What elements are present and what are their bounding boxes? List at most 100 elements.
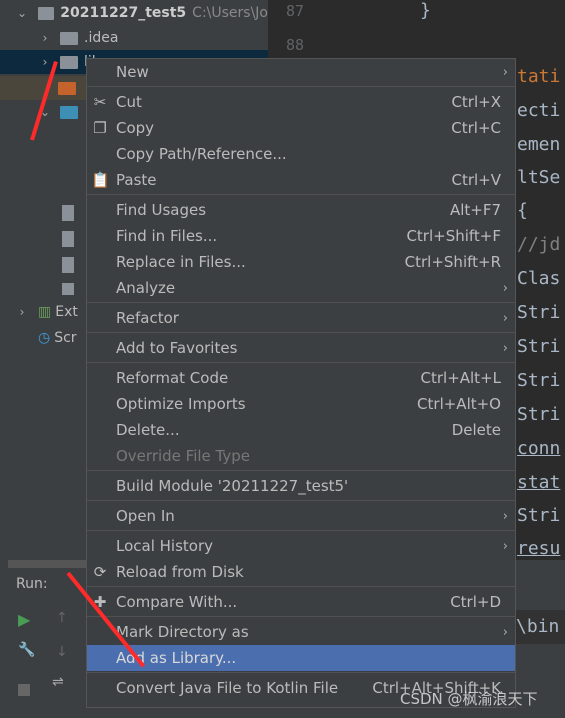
menu-item-label: Analyze (116, 279, 176, 297)
chevron-down-icon[interactable]: ⌄ (17, 6, 27, 20)
menu-item-label: Delete... (116, 421, 180, 439)
arrow-down-icon[interactable]: ↓ (56, 644, 68, 660)
code-text: ecti (517, 100, 561, 121)
menu-item-label: Paste (116, 171, 157, 189)
menu-item-label: Local History (116, 537, 214, 555)
menu-item-shortcut: Ctrl+D (450, 593, 501, 611)
code-text: emen (517, 134, 561, 155)
tree-label: .idea (84, 30, 119, 46)
run-icon[interactable]: ▶ (18, 610, 30, 629)
menu-item-reformat-code[interactable]: Reformat Code Ctrl+Alt+L (87, 365, 515, 391)
tree-root[interactable]: ⌄ 20211227_test5 C:\Users\Jo (0, 1, 268, 25)
menu-item-shortcut: Delete (451, 421, 501, 439)
menu-item-find-usages[interactable]: Find Usages Alt+F7 (87, 197, 515, 223)
line-number: 87 (286, 2, 305, 20)
clipboard-icon: 📋 (91, 171, 110, 189)
menu-item-label: Convert Java File to Kotlin File (116, 679, 339, 697)
menu-item-mark-directory-as[interactable]: Mark Directory as › (87, 619, 515, 645)
chevron-right-icon[interactable]: › (17, 305, 27, 319)
menu-item-label: New (116, 63, 149, 81)
arrow-up-icon[interactable]: ↑ (56, 610, 68, 626)
menu-item-add-as-library[interactable]: Add as Library... (87, 645, 515, 671)
menu-item-optimize-imports[interactable]: Optimize Imports Ctrl+Alt+O (87, 391, 515, 417)
menu-item-override-file-type: Override File Type (87, 443, 515, 469)
scissors-icon: ✂ (93, 93, 107, 111)
folder-icon (60, 105, 78, 119)
menu-separator (87, 500, 515, 501)
menu-item-label: Copy Path/Reference... (116, 145, 287, 163)
menu-item-open-in[interactable]: Open In › (87, 503, 515, 529)
code-text: } (420, 0, 431, 21)
menu-item-label: Cut (116, 93, 142, 111)
folder-icon (60, 55, 78, 69)
menu-separator (87, 194, 515, 195)
menu-item-copy[interactable]: ❐ Copy Ctrl+C (87, 115, 515, 141)
menu-item-shortcut: Alt+F7 (449, 201, 501, 219)
chevron-right-icon[interactable]: › (40, 31, 50, 45)
code-text: conn (517, 438, 561, 459)
stop-icon[interactable] (18, 684, 30, 696)
menu-separator (87, 86, 515, 87)
menu-item-shortcut: Ctrl+X (451, 93, 501, 111)
menu-item-shortcut: Ctrl+Alt+L (420, 369, 502, 387)
root-name: 20211227_test5 (60, 5, 187, 21)
menu-item-add-to-favorites[interactable]: Add to Favorites › (87, 335, 515, 361)
chevron-right-icon: › (502, 624, 508, 640)
folder-icon (58, 81, 76, 95)
chevron-right-icon: › (502, 340, 508, 356)
menu-item-analyze[interactable]: Analyze › (87, 275, 515, 301)
code-text: Stri (517, 336, 561, 357)
menu-item-reload-from-disk[interactable]: ⟳ Reload from Disk (87, 559, 515, 585)
menu-item-label: Reload from Disk (116, 563, 244, 581)
menu-item-new[interactable]: New › (87, 59, 515, 85)
code-text: resu (517, 538, 561, 559)
copy-icon: ❐ (93, 119, 107, 137)
menu-item-shortcut: Ctrl+C (451, 119, 501, 137)
menu-separator (87, 672, 515, 673)
menu-item-label: Compare With... (116, 593, 238, 611)
menu-item-label: Copy (116, 119, 155, 137)
menu-item-paste[interactable]: 📋 Paste Ctrl+V (87, 167, 515, 193)
chevron-right-icon: › (502, 64, 508, 80)
soft-wrap-icon[interactable]: ⇌ (52, 674, 64, 690)
menu-item-copy-path-reference[interactable]: Copy Path/Reference... (87, 141, 515, 167)
menu-item-label: Override File Type (116, 447, 250, 465)
code-text: Stri (517, 302, 561, 323)
menu-separator (87, 302, 515, 303)
tree-label: Ext (55, 304, 78, 320)
code-text: Stri (517, 505, 561, 526)
menu-separator (87, 332, 515, 333)
chevron-right-icon: › (502, 508, 508, 524)
context-menu: New › ✂ Cut Ctrl+X ❐ Copy Ctrl+C Copy Path/Refer… (86, 58, 516, 708)
menu-item-delete[interactable]: Delete... Delete (87, 417, 515, 443)
menu-item-compare-with[interactable]: ✚ Compare With... Ctrl+D (87, 589, 515, 615)
code-text: Clas (517, 268, 561, 289)
chevron-right-icon: › (502, 280, 508, 296)
code-text: { (517, 200, 528, 221)
code-text: //jd (517, 234, 561, 255)
menu-item-shortcut: Ctrl+V (451, 171, 501, 189)
menu-item-label: Mark Directory as (116, 623, 249, 641)
menu-item-cut[interactable]: ✂ Cut Ctrl+X (87, 89, 515, 115)
menu-separator (87, 586, 515, 587)
code-text: tati (517, 66, 561, 87)
run-label: Run: (16, 576, 48, 592)
menu-separator (87, 470, 515, 471)
menu-item-shortcut: Ctrl+Shift+R (404, 253, 501, 271)
wrench-icon[interactable]: 🔧 (18, 642, 35, 658)
scratches-icon: ◷ (38, 330, 51, 346)
menu-item-replace-in-files[interactable]: Replace in Files... Ctrl+Shift+R (87, 249, 515, 275)
menu-item-label: Find Usages (116, 201, 207, 219)
chevron-right-icon[interactable]: › (40, 55, 50, 69)
chevron-right-icon: › (502, 310, 508, 326)
menu-item-local-history[interactable]: Local History › (87, 533, 515, 559)
menu-item-label: Replace in Files... (116, 253, 246, 271)
code-text: Stri (517, 370, 561, 391)
menu-item-find-in-files[interactable]: Find in Files... Ctrl+Shift+F (87, 223, 515, 249)
menu-separator (87, 530, 515, 531)
menu-item-build-module-20211227-test5[interactable]: Build Module '20211227_test5' (87, 473, 515, 499)
menu-item-refactor[interactable]: Refactor › (87, 305, 515, 331)
tree-item-idea[interactable]: › .idea (0, 26, 268, 50)
menu-separator (87, 362, 515, 363)
menu-item-label: Add to Favorites (116, 339, 238, 357)
